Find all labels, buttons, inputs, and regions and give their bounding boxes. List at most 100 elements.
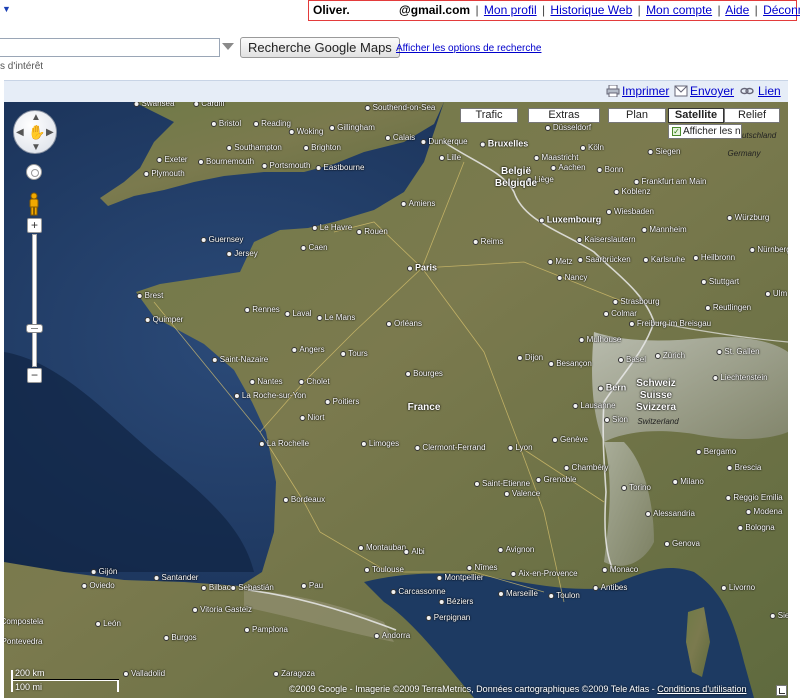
- map-label-city: Sion: [604, 416, 628, 424]
- map-label-city: Aachen: [550, 164, 585, 172]
- map-label-country: Suisse: [639, 390, 673, 401]
- hand-icon[interactable]: ✋: [28, 124, 45, 141]
- map-label-city: Montpellier: [436, 574, 483, 582]
- map-label-city: Wiesbaden: [606, 208, 654, 216]
- envelope-icon[interactable]: [674, 85, 688, 97]
- user-email: @gmail.com: [399, 3, 471, 17]
- zoom-slider-track[interactable]: [32, 234, 37, 367]
- pan-up-icon[interactable]: ▲: [31, 112, 41, 123]
- map-label-city: Basel: [618, 356, 646, 364]
- map-label-city: Nürnberg: [749, 246, 788, 254]
- zoom-in-button[interactable]: +: [27, 218, 42, 233]
- map-label-city: Marseille: [498, 590, 538, 598]
- mon-compte-link[interactable]: Mon compte: [646, 3, 712, 17]
- deconnexion-link[interactable]: Déconnexion: [763, 3, 800, 17]
- map-label-city: Alessandria: [645, 510, 695, 518]
- map-label-city: Karlsruhe: [643, 256, 685, 264]
- mon-profil-link[interactable]: Mon profil: [484, 3, 537, 17]
- map-label-city: Mulhouse: [579, 336, 622, 344]
- map-label-city: Orléans: [386, 320, 422, 328]
- map-label-city: Saarbrücken: [577, 256, 630, 264]
- map-label-city: Zürich: [655, 352, 685, 360]
- map-label-city: Toulon: [548, 592, 580, 600]
- map-type-plan[interactable]: Plan: [608, 108, 666, 123]
- satellite-map[interactable]: Swansea Cardiff Southend-on-Sea Bristol Read…: [4, 102, 788, 698]
- map-label-city: Gijón: [91, 568, 118, 576]
- map-label-city: Tours: [340, 350, 368, 358]
- map-label-city: Köln: [580, 144, 604, 152]
- map-label-city: Kaiserslautern: [576, 236, 635, 244]
- map-label-city: Le Havre: [312, 224, 352, 232]
- map-toolbar: Imprimer Envoyer Lien: [4, 80, 788, 102]
- map-label-city: Milano: [672, 478, 704, 486]
- map-label-city: Besançon: [548, 360, 592, 368]
- scale-km: 200 km: [15, 668, 45, 678]
- map-label-city: Limoges: [361, 440, 399, 448]
- separator: |: [717, 3, 721, 17]
- account-links: Oliver. @gmail.com | Mon profil | Histor…: [308, 0, 800, 21]
- print-link[interactable]: Imprimer: [622, 84, 669, 98]
- search-history-dropdown-icon[interactable]: [222, 43, 234, 50]
- map-label-city: Koblenz: [614, 188, 651, 196]
- historique-web-link[interactable]: Historique Web: [550, 3, 632, 17]
- map-label-city: Bristol: [211, 120, 241, 128]
- map-label-city: Béziers: [439, 598, 474, 606]
- aide-link[interactable]: Aide: [725, 3, 749, 17]
- map-label-city: Nancy: [557, 274, 588, 282]
- search-button[interactable]: Recherche Google Maps: [240, 37, 400, 58]
- pan-control[interactable]: ▲ ▼ ◀ ▶ ✋: [13, 110, 57, 154]
- chain-link-icon[interactable]: [740, 85, 754, 97]
- overview-map-toggle[interactable]: [776, 685, 787, 696]
- map-label-city: St. Gallen: [716, 348, 759, 356]
- map-scale: 200 km 100 mi: [9, 668, 119, 694]
- map-label-city: Reggio Emilia: [725, 494, 782, 502]
- map-type-satellite[interactable]: Satellite: [668, 108, 724, 123]
- map-label-city: Gillingham: [329, 124, 375, 132]
- reset-view-icon[interactable]: [26, 164, 42, 180]
- copyright: ©2009 Google - Imagerie ©2009 TerraMetri…: [289, 684, 747, 694]
- map-label-city: Rennes: [244, 306, 280, 314]
- map-label-city: Cholet: [298, 378, 329, 386]
- map-label-city: Swansea: [134, 102, 175, 108]
- map-label-city: Maastricht: [534, 154, 579, 162]
- map-type-extras[interactable]: Extras: [528, 108, 600, 123]
- terms-link[interactable]: Conditions d'utilisation: [657, 684, 746, 694]
- overlay-labels-checkbox[interactable]: ✓ Afficher les n: [668, 124, 742, 139]
- map-label-city: Modena: [746, 508, 783, 516]
- map-label-city: Germany: [727, 149, 761, 158]
- pan-left-icon[interactable]: ◀: [16, 127, 24, 138]
- map-label-city: Pontevedra: [4, 638, 42, 646]
- map-label-city: Paris: [407, 263, 437, 273]
- pan-right-icon[interactable]: ▶: [46, 127, 54, 138]
- send-link[interactable]: Envoyer: [690, 84, 734, 98]
- link-link[interactable]: Lien: [758, 84, 781, 98]
- map-label-country: Schweiz: [636, 378, 676, 389]
- map-label-city: Reading: [253, 120, 291, 128]
- map-label-city: Carcassonne: [390, 588, 445, 596]
- map-label-city: Valladolid: [123, 670, 165, 678]
- separator: |: [637, 3, 641, 17]
- search-options-link[interactable]: Afficher les options de recherche: [396, 43, 541, 54]
- map-type-trafic[interactable]: Trafic: [460, 108, 518, 123]
- separator: |: [754, 3, 758, 17]
- map-label-country: Svizzera: [635, 402, 677, 413]
- map-label-city: Bern: [598, 383, 627, 393]
- map-label-city: Albi: [403, 548, 424, 556]
- search-input[interactable]: [0, 38, 220, 57]
- map-label-city: Lausanne: [572, 402, 615, 410]
- pegman-icon[interactable]: [27, 192, 41, 216]
- zoom-slider-thumb[interactable]: [26, 324, 43, 333]
- map-label-city: Amiens: [401, 200, 436, 208]
- map-label-city: Caen: [300, 244, 327, 252]
- map-label-city: Düsseldorf: [545, 124, 591, 132]
- search-row: Recherche Google Maps Afficher les optio…: [0, 36, 800, 60]
- map-label-city: Metz: [547, 258, 572, 266]
- scale-tick: [11, 670, 13, 692]
- pan-down-icon[interactable]: ▼: [31, 142, 41, 153]
- checkbox-checked-icon[interactable]: ✓: [672, 126, 681, 136]
- map-type-relief[interactable]: Relief: [724, 108, 780, 123]
- zoom-out-button[interactable]: −: [27, 368, 42, 383]
- chevron-down-icon[interactable]: ▼: [2, 4, 11, 14]
- printer-icon[interactable]: [606, 85, 620, 97]
- map-label-city: Avignon: [498, 546, 535, 554]
